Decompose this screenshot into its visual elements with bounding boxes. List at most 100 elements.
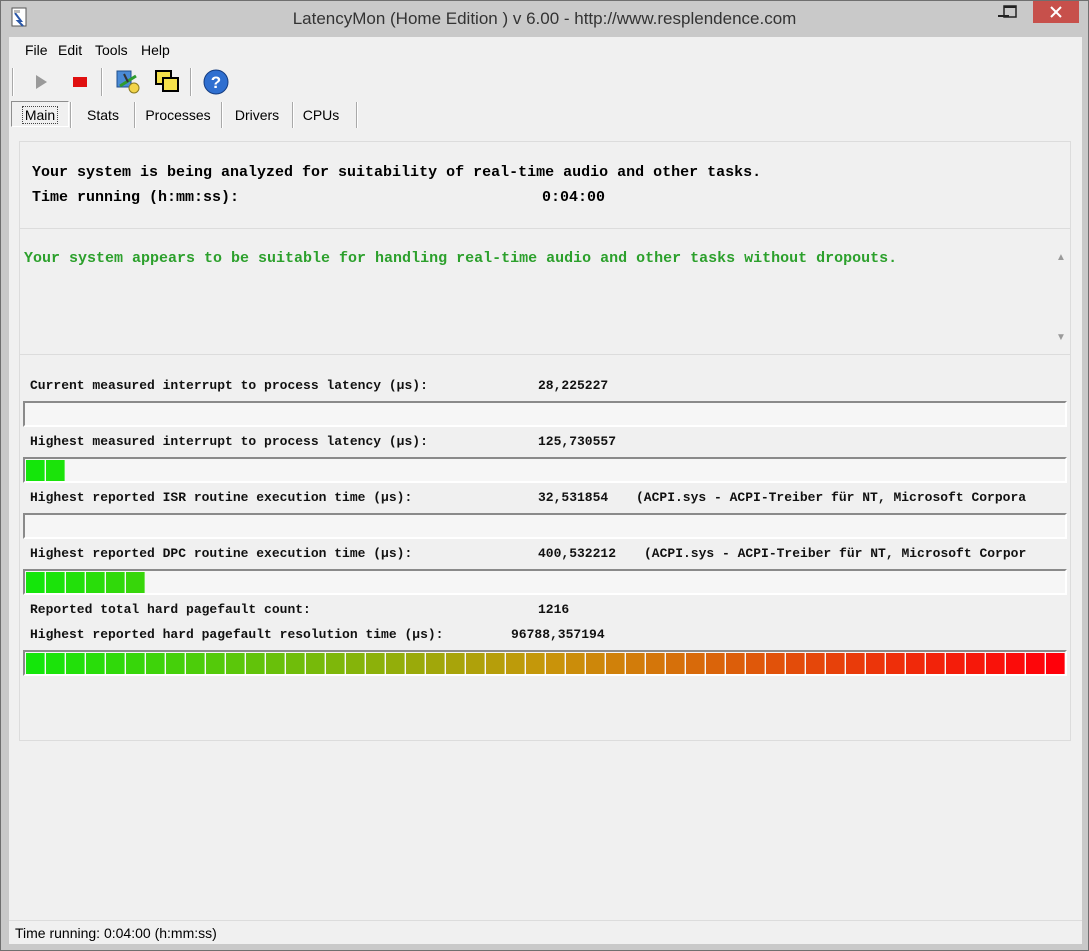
current-latency-value: 28,225227 bbox=[538, 378, 609, 393]
bar-segment bbox=[86, 653, 105, 674]
time-running-value: 0:04:00 bbox=[542, 189, 606, 206]
bar-segment bbox=[66, 653, 85, 674]
highest-dpc-value: 400,532212 bbox=[538, 546, 617, 561]
start-button[interactable] bbox=[26, 67, 56, 97]
bar-segment bbox=[1006, 653, 1025, 674]
bar-segment bbox=[346, 653, 365, 674]
scroll-down-icon[interactable]: ▼ bbox=[1056, 332, 1066, 343]
highest-isr-value: 32,531854 bbox=[538, 490, 609, 505]
bar-segment bbox=[706, 653, 725, 674]
bar-segment bbox=[546, 653, 565, 674]
tab-stats[interactable]: Stats bbox=[73, 103, 133, 127]
current-latency-label: Current measured interrupt to process la… bbox=[30, 378, 428, 393]
bar-segment bbox=[566, 653, 585, 674]
main-panel: Your system is being analyzed for suitab… bbox=[19, 141, 1071, 741]
tab-separator bbox=[292, 102, 294, 128]
bar-segment bbox=[46, 653, 65, 674]
stop-icon bbox=[73, 77, 87, 87]
bar-segment bbox=[106, 572, 125, 593]
bar-segment bbox=[586, 653, 605, 674]
bar-segment bbox=[106, 653, 125, 674]
tab-separator bbox=[134, 102, 136, 128]
highest-isr-driver: (ACPI.sys - ACPI-Treiber für NT, Microso… bbox=[636, 490, 1027, 505]
highest-dpc-label: Highest reported DPC routine execution t… bbox=[30, 546, 413, 561]
bar-segment bbox=[966, 653, 985, 674]
tab-processes[interactable]: Processes bbox=[137, 103, 219, 127]
tab-cpus[interactable]: CPUs bbox=[295, 103, 347, 127]
menu-tools[interactable]: Tools bbox=[95, 42, 128, 58]
bar-segment bbox=[426, 653, 445, 674]
verdict-scrollbar[interactable]: ▲ ▼ bbox=[1052, 230, 1070, 352]
bar-segment bbox=[906, 653, 925, 674]
bar-segment bbox=[306, 653, 325, 674]
window-title: LatencyMon (Home Edition ) v 6.00 - http… bbox=[292, 9, 797, 28]
bar-segment bbox=[686, 653, 705, 674]
tab-strip: Main Stats Processes Drivers CPUs bbox=[9, 101, 1082, 129]
menu-help[interactable]: Help bbox=[141, 42, 170, 58]
highest-dpc-bar bbox=[23, 569, 1067, 595]
tab-drivers[interactable]: Drivers bbox=[224, 103, 290, 127]
pagefault-count-value: 1216 bbox=[538, 602, 570, 617]
windows-button[interactable] bbox=[152, 67, 182, 97]
bar-segment bbox=[186, 653, 205, 674]
bar-segment bbox=[486, 653, 505, 674]
bar-segment bbox=[946, 653, 965, 674]
bar-segment bbox=[206, 653, 225, 674]
close-button[interactable] bbox=[1033, 1, 1079, 23]
menu-bar: File Edit Tools Help bbox=[9, 37, 1082, 63]
tab-stats-label: Stats bbox=[87, 107, 119, 123]
bar-segment bbox=[726, 653, 745, 674]
pagefault-time-bar bbox=[23, 650, 1067, 676]
tab-drivers-label: Drivers bbox=[234, 107, 280, 123]
tab-processes-label: Processes bbox=[145, 107, 211, 123]
pagefault-time-label: Highest reported hard pagefault resoluti… bbox=[30, 627, 444, 642]
maximize-icon bbox=[1003, 5, 1017, 18]
analysis-box: Your system is being analyzed for suitab… bbox=[20, 142, 1070, 229]
toolbar-separator bbox=[12, 68, 14, 96]
bar-segment bbox=[826, 653, 845, 674]
bar-segment bbox=[126, 572, 145, 593]
menu-file[interactable]: File bbox=[25, 42, 48, 58]
stop-button[interactable] bbox=[65, 67, 95, 97]
bar-segment bbox=[86, 572, 105, 593]
highest-isr-label: Highest reported ISR routine execution t… bbox=[30, 490, 413, 505]
highest-dpc-driver: (ACPI.sys - ACPI-Treiber für NT, Microso… bbox=[644, 546, 1027, 561]
status-bar: Time running: 0:04:00 (h:mm:ss) bbox=[9, 920, 1082, 945]
analyze-button[interactable] bbox=[113, 67, 143, 97]
toolbar-separator bbox=[190, 68, 192, 96]
bar-segment bbox=[866, 653, 885, 674]
highest-latency-label: Highest measured interrupt to process la… bbox=[30, 434, 428, 449]
highest-latency-value: 125,730557 bbox=[538, 434, 617, 449]
bar-segment bbox=[886, 653, 905, 674]
title-bar[interactable]: LatencyMon (Home Edition ) v 6.00 - http… bbox=[1, 1, 1088, 37]
bar-segment bbox=[66, 572, 85, 593]
menu-edit[interactable]: Edit bbox=[58, 42, 82, 58]
bar-segment bbox=[126, 653, 145, 674]
toolbar: ? bbox=[9, 64, 1082, 100]
close-icon bbox=[1050, 6, 1062, 18]
bar-segment bbox=[1026, 653, 1045, 674]
bar-segment bbox=[26, 653, 45, 674]
svg-text:?: ? bbox=[211, 73, 221, 92]
maximize-button[interactable] bbox=[993, 1, 1027, 23]
bar-segment bbox=[786, 653, 805, 674]
play-icon bbox=[36, 75, 47, 89]
tab-main[interactable]: Main bbox=[13, 103, 67, 127]
bar-segment bbox=[46, 572, 65, 593]
bar-segment bbox=[746, 653, 765, 674]
tab-main-label: Main bbox=[21, 106, 59, 124]
bar-segment bbox=[666, 653, 685, 674]
tab-separator bbox=[70, 102, 72, 128]
help-button[interactable]: ? bbox=[201, 67, 231, 97]
bar-segment bbox=[266, 653, 285, 674]
status-text: Time running: 0:04:00 (h:mm:ss) bbox=[15, 925, 217, 941]
bar-segment bbox=[366, 653, 385, 674]
bar-segment bbox=[606, 653, 625, 674]
highest-latency-bar bbox=[23, 457, 1067, 483]
tab-cpus-label: CPUs bbox=[302, 107, 340, 123]
bar-segment bbox=[466, 653, 485, 674]
scroll-up-icon[interactable]: ▲ bbox=[1056, 252, 1066, 263]
bar-segment bbox=[146, 653, 165, 674]
metrics-area: Current measured interrupt to process la… bbox=[20, 356, 1070, 740]
bar-segment bbox=[46, 460, 65, 481]
